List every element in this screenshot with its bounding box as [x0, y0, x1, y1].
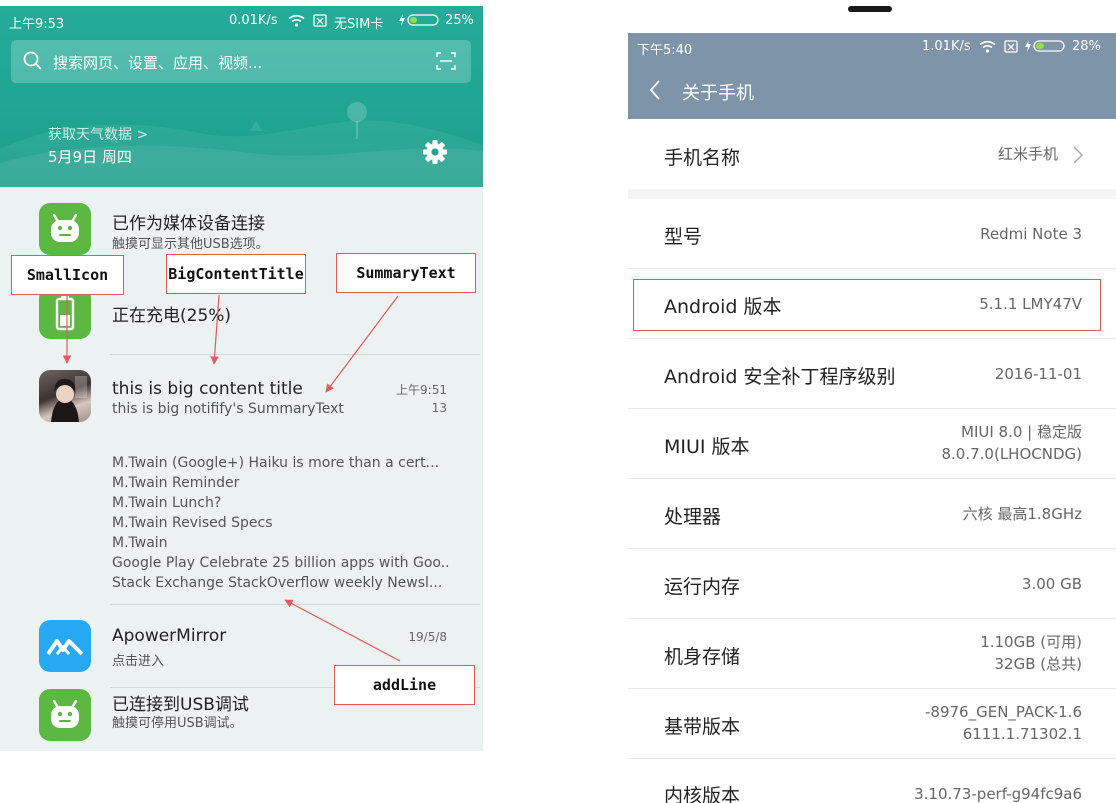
- row-value: 六核 最高1.8GHz: [962, 505, 1082, 523]
- row-label: 型号: [664, 226, 703, 248]
- row-label: 机身存储: [664, 646, 741, 668]
- gear-icon[interactable]: [422, 139, 448, 165]
- notification-title: 已作为媒体设备连接: [112, 214, 265, 234]
- weather-link[interactable]: 获取天气数据 >: [48, 124, 148, 144]
- row-value: Redmi Note 3: [980, 225, 1082, 243]
- row-processor: 处理器 六核 最高1.8GHz: [628, 479, 1116, 549]
- summary-text: this is big notifify's SummaryText: [112, 401, 344, 417]
- drag-handle: [848, 6, 892, 12]
- wifi-icon: [979, 40, 996, 53]
- add-line: M.Twain (Google+) Haiku is more than a c…: [112, 455, 440, 471]
- back-arrow-icon[interactable]: [648, 79, 662, 101]
- annotation-summary-text: SummaryText: [336, 253, 476, 293]
- charging-battery-icon: [1025, 40, 1065, 52]
- page-title: 关于手机: [682, 83, 754, 104]
- row-kernel: 内核版本 3.10.73-perf-g94fc9a6: [628, 759, 1116, 803]
- add-line: M.Twain Revised Specs: [112, 515, 273, 531]
- big-content-title: this is big content title: [112, 379, 303, 399]
- network-speed: 0.01K/s: [229, 13, 278, 28]
- avatar-photo: [39, 370, 91, 422]
- apowermirror-icon: [39, 620, 91, 672]
- row-value: 3.00 GB: [1021, 575, 1082, 593]
- add-line: M.Twain Lunch?: [112, 495, 222, 511]
- notification-subtitle: 点击进入: [112, 654, 165, 669]
- notification-time: 上午9:51: [396, 383, 447, 397]
- status-time: 上午9:53: [9, 17, 65, 32]
- search-bar[interactable]: 搜索网页、设置、应用、视频...: [11, 40, 471, 83]
- search-placeholder: 搜索网页、设置、应用、视频...: [53, 54, 263, 72]
- date-label: 5月9日 周四: [48, 148, 132, 166]
- charging-battery-icon: [399, 14, 439, 26]
- row-value-2: 6111.1.71302.1: [962, 725, 1082, 743]
- row-value-2: 8.0.7.0(LHOCNDG): [941, 445, 1083, 463]
- section-gap: [628, 189, 1116, 199]
- status-time: 下午5:40: [637, 43, 693, 58]
- battery-percent: 28%: [1072, 39, 1101, 54]
- add-line: Google Play Celebrate 25 billion apps wi…: [112, 555, 450, 571]
- row-label: 处理器: [664, 506, 722, 528]
- add-line: M.Twain Reminder: [112, 475, 240, 491]
- row-label: Android 安全补丁程序级别: [664, 366, 896, 388]
- scan-icon[interactable]: [436, 52, 456, 70]
- row-baseband: 基带版本 -8976_GEN_PACK-1.6 6111.1.71302.1: [628, 689, 1116, 759]
- row-label: 运行内存: [664, 576, 741, 598]
- battery-percent: 25%: [445, 13, 474, 28]
- no-sim-icon: [1004, 40, 1018, 53]
- network-speed: 1.01K/s: [922, 39, 971, 54]
- row-ram: 运行内存 3.00 GB: [628, 549, 1116, 619]
- row-label: MIUI 版本: [664, 436, 750, 458]
- annotation-big-content-title: BigContentTitle: [166, 254, 306, 294]
- notification-subtitle: 触摸可停用USB调试。: [112, 716, 243, 731]
- add-line: M.Twain: [112, 535, 168, 551]
- annotation-highlight-android-version: [633, 279, 1101, 331]
- row-label: 内核版本: [664, 785, 741, 803]
- sim-status: 无SIM卡: [334, 17, 384, 32]
- row-value: 2016-11-01: [994, 365, 1082, 383]
- search-icon: [23, 51, 42, 70]
- android-robot-icon: [39, 689, 91, 741]
- row-phone-name[interactable]: 手机名称 红米手机: [628, 119, 1116, 189]
- wifi-icon: [288, 14, 305, 27]
- row-model: 型号 Redmi Note 3: [628, 199, 1116, 269]
- notification-big-style[interactable]: this is big content title this is big no…: [0, 355, 483, 605]
- row-value-2: 32GB (总共): [994, 655, 1082, 673]
- row-storage: 机身存储 1.10GB (可用) 32GB (总共): [628, 619, 1116, 689]
- notification-subtitle: 触摸可显示其他USB选项。: [112, 237, 269, 252]
- no-sim-icon: [313, 14, 327, 27]
- annotation-add-line: addLine: [334, 665, 475, 705]
- notification-shade-screenshot: 上午9:53 0.01K/s 无SIM卡 25% 搜索网页、设置、应用、视频..…: [0, 6, 483, 751]
- android-robot-icon: [39, 203, 91, 255]
- row-label: 手机名称: [664, 147, 741, 169]
- about-phone-screenshot: 下午5:40 1.01K/s 28% 关于手机 手机名称 红米手机 型号 Red…: [628, 0, 1116, 803]
- notification-time: 19/5/8: [408, 630, 447, 644]
- row-label: 基带版本: [664, 716, 741, 738]
- row-value: MIUI 8.0 | 稳定版: [961, 423, 1082, 441]
- notification-title: 正在充电(25%): [112, 306, 232, 326]
- row-value: 3.10.73-perf-g94fc9a6: [914, 785, 1082, 803]
- annotation-small-icon: SmallIcon: [11, 255, 124, 295]
- notification-title: ApowerMirror: [112, 626, 227, 646]
- settings-header: 下午5:40 1.01K/s 28% 关于手机: [628, 33, 1116, 119]
- shade-header: 上午9:53 0.01K/s 无SIM卡 25% 搜索网页、设置、应用、视频..…: [0, 6, 483, 187]
- row-value: 红米手机: [997, 145, 1058, 163]
- chevron-right-icon: [1073, 146, 1084, 164]
- add-line: Stack Exchange StackOverflow weekly News…: [112, 575, 443, 591]
- row-value: -8976_GEN_PACK-1.6: [925, 703, 1082, 721]
- notification-count: 13: [431, 401, 447, 415]
- hills-illustration: [0, 102, 483, 187]
- row-miui-version[interactable]: MIUI 版本 MIUI 8.0 | 稳定版 8.0.7.0(LHOCNDG): [628, 409, 1116, 479]
- row-value: 1.10GB (可用): [980, 633, 1082, 651]
- row-security-patch: Android 安全补丁程序级别 2016-11-01: [628, 339, 1116, 409]
